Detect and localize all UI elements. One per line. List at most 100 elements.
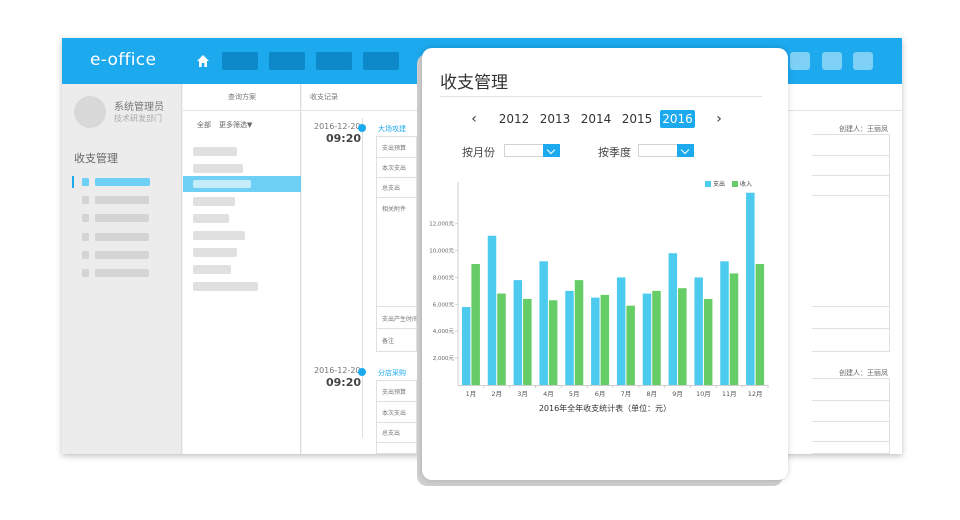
- y-tick-label: 4,000元: [433, 328, 455, 335]
- query-item[interactable]: [193, 248, 237, 257]
- field-label: 总支出: [382, 185, 401, 192]
- record-category[interactable]: 分店采购: [378, 368, 406, 378]
- year-tab-2013[interactable]: 2013: [536, 110, 574, 128]
- nav-item[interactable]: [316, 52, 352, 70]
- x-tick-label: 3月: [517, 390, 528, 398]
- record-creator: 创建人：王丽凤: [839, 369, 888, 377]
- timeline-line: [362, 118, 363, 438]
- x-tick-label: 11月: [722, 390, 737, 398]
- divider: [812, 195, 890, 196]
- x-tick-label: 12月: [748, 390, 763, 398]
- divider: [812, 306, 890, 307]
- bar-expense: [642, 293, 652, 385]
- divider: [812, 421, 890, 422]
- year-tab-2015[interactable]: 2015: [618, 110, 656, 128]
- finance-card: 收支管理 ‹ 2012 2013 2014 2015 2016 › 按月份 按季…: [422, 48, 788, 480]
- quarter-filter-label: 按季度: [598, 146, 631, 159]
- field-label: 支出产生时间: [382, 316, 419, 323]
- nav-item[interactable]: [269, 52, 305, 70]
- prev-year-button[interactable]: ‹: [466, 110, 482, 128]
- bar-income: [729, 273, 739, 385]
- bar-expense: [720, 261, 729, 385]
- y-tick-label: 8,000元: [433, 274, 455, 281]
- record-time: 09:20: [326, 376, 362, 389]
- x-tick-label: 6月: [595, 390, 606, 398]
- header-action[interactable]: [853, 52, 873, 70]
- query-item[interactable]: [193, 164, 243, 173]
- chart-title: 2016年全年收支统计表（单位：元）: [538, 404, 672, 413]
- bar-expense: [539, 261, 548, 385]
- timeline-dot: [358, 368, 366, 376]
- divider: [812, 175, 890, 176]
- query-item[interactable]: [193, 147, 237, 156]
- bar-income: [652, 290, 661, 385]
- card-title: 收支管理: [440, 73, 508, 93]
- bar-expense: [694, 277, 703, 385]
- x-tick-label: 10月: [696, 390, 711, 398]
- x-tick-label: 2月: [491, 390, 502, 398]
- record-category[interactable]: 大场攻建: [378, 124, 406, 134]
- field-label: 本次支出: [382, 410, 407, 417]
- bar-income: [600, 294, 610, 385]
- nav-item[interactable]: [222, 52, 258, 70]
- bar-expense: [668, 253, 678, 385]
- header-action[interactable]: [790, 52, 810, 70]
- avatar[interactable]: [74, 96, 106, 128]
- nav-item[interactable]: [363, 52, 399, 70]
- filter-more[interactable]: 更多筛选▼: [219, 120, 252, 130]
- bar-income: [626, 305, 635, 385]
- bar-income: [678, 288, 687, 385]
- x-tick-label: 7月: [621, 390, 632, 398]
- field-label: 相关附件: [382, 206, 407, 213]
- record-time: 09:20: [326, 132, 362, 145]
- bar-income: [523, 298, 532, 385]
- bar-income: [755, 263, 765, 385]
- bar-income: [703, 298, 713, 385]
- divider: [812, 441, 890, 442]
- records-title: 收支记录: [310, 93, 338, 101]
- user-name: 系统管理员: [114, 102, 164, 113]
- brand-logo: e-office: [90, 50, 157, 70]
- field-label: 本次支出: [382, 165, 407, 172]
- quarter-select[interactable]: [638, 144, 694, 157]
- query-panel: 查询方案 全部 更多筛选▼: [183, 84, 301, 454]
- bar-income: [471, 263, 480, 385]
- query-item[interactable]: [193, 282, 258, 291]
- stage: e-office 系统管理员 技术研发部门 收支管理 查询方案 全部 更多筛选▼…: [0, 0, 960, 520]
- query-item-selected[interactable]: [183, 176, 301, 192]
- divider: [812, 155, 890, 156]
- y-tick-label: 10,000元: [429, 248, 454, 255]
- divider: [812, 328, 890, 329]
- y-tick-label: 6,000元: [433, 301, 455, 308]
- x-tick-label: 1月: [466, 390, 477, 398]
- record-table-right: [812, 378, 890, 454]
- record-date: 2016-12-20: [314, 366, 361, 375]
- field-label: 支出预算: [382, 389, 407, 396]
- record-date: 2016-12-20: [314, 122, 361, 131]
- next-year-button[interactable]: ›: [711, 110, 727, 128]
- bar-income: [574, 280, 584, 385]
- field-label: 备注: [382, 338, 395, 345]
- home-icon[interactable]: [196, 54, 210, 68]
- filter-all[interactable]: 全部: [197, 120, 211, 130]
- year-tab-2014[interactable]: 2014: [577, 110, 615, 128]
- query-item[interactable]: [193, 265, 231, 274]
- query-item[interactable]: [193, 231, 245, 240]
- header-action[interactable]: [822, 52, 842, 70]
- query-item[interactable]: [193, 214, 229, 223]
- query-item[interactable]: [193, 197, 235, 206]
- chevron-down-icon[interactable]: [543, 144, 560, 157]
- month-select[interactable]: [504, 144, 560, 157]
- x-tick-label: 4月: [543, 390, 554, 398]
- bar-expense: [461, 307, 471, 385]
- bar-expense: [746, 192, 755, 385]
- year-tab-2016[interactable]: 2016: [660, 110, 695, 128]
- year-tab-2012[interactable]: 2012: [495, 110, 533, 128]
- bar-income: [497, 293, 506, 385]
- bar-expense: [616, 277, 626, 385]
- chevron-down-icon[interactable]: [677, 144, 694, 157]
- query-title: 查询方案: [228, 93, 256, 101]
- divider: [812, 400, 890, 401]
- field-label: 支出预算: [382, 145, 407, 152]
- sidebar: 系统管理员 技术研发部门 收支管理: [62, 84, 182, 454]
